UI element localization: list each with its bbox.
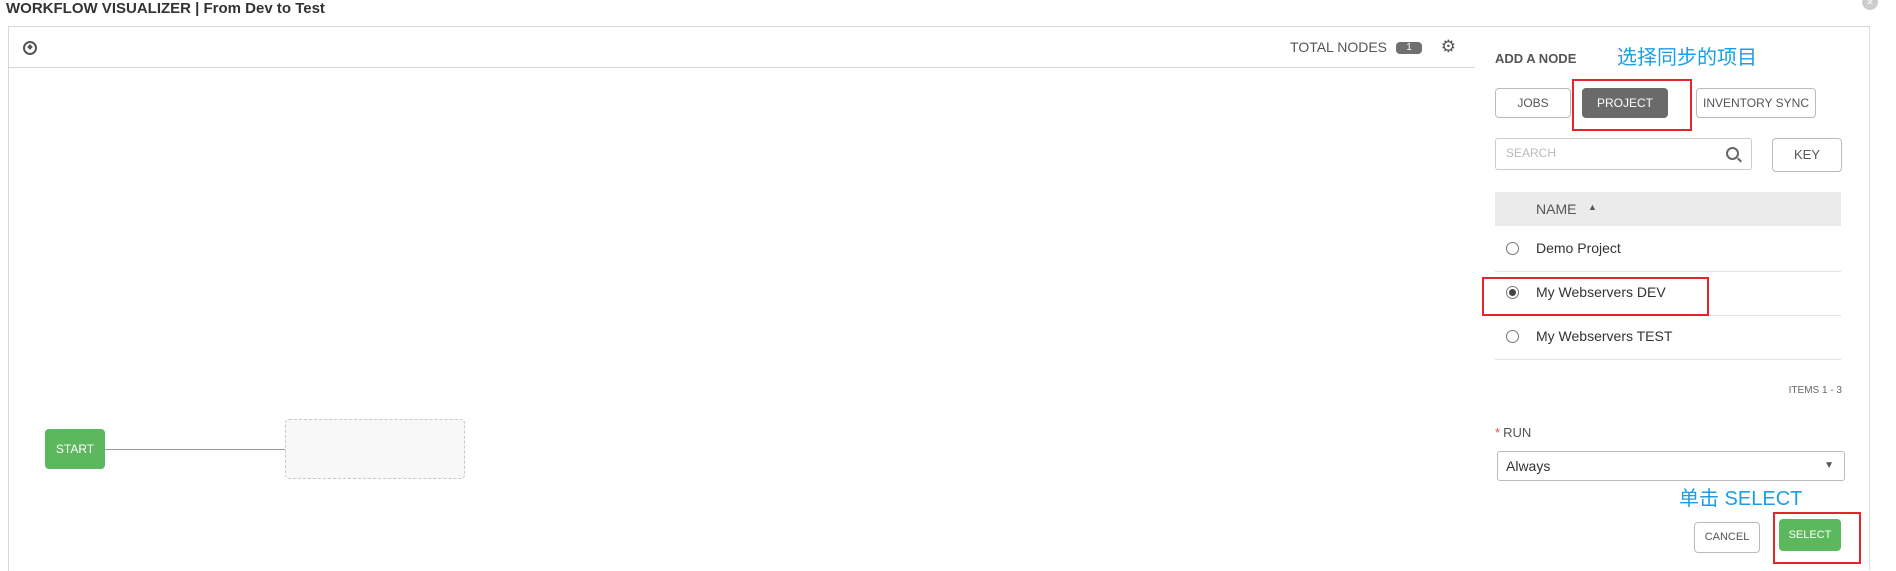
key-button[interactable]: KEY bbox=[1772, 138, 1842, 172]
chevron-down-icon: ▼ bbox=[1824, 460, 1834, 471]
list-item-label: Demo Project bbox=[1536, 240, 1621, 256]
add-node-title: ADD A NODE bbox=[1495, 51, 1577, 66]
scrollbar[interactable] bbox=[1869, 26, 1896, 570]
search-input[interactable] bbox=[1496, 139, 1716, 167]
run-label: * RUN bbox=[1495, 425, 1531, 440]
list-item[interactable]: Demo Project bbox=[1495, 228, 1841, 272]
start-node[interactable]: START bbox=[45, 429, 105, 469]
add-node-panel: ADD A NODE 选择同步的项目 JOBS PROJECT SYNC INV… bbox=[1475, 26, 1869, 571]
workflow-canvas: TOTAL NODES 1 ⚙ START bbox=[8, 26, 1476, 571]
name-column-header[interactable]: NAME bbox=[1536, 201, 1576, 217]
search-icon bbox=[1726, 147, 1739, 160]
list-item[interactable]: My Webservers TEST bbox=[1495, 316, 1841, 360]
annotation-project-sync: 选择同步的项目 bbox=[1617, 47, 1757, 69]
run-select-value: Always bbox=[1506, 458, 1551, 474]
search-box bbox=[1495, 138, 1717, 170]
highlight-selected-row bbox=[1482, 277, 1709, 316]
required-marker: * bbox=[1495, 425, 1501, 440]
search-button[interactable] bbox=[1715, 138, 1752, 170]
list-header: NAME ▲ bbox=[1495, 192, 1841, 226]
cancel-button[interactable]: CANCEL bbox=[1694, 522, 1760, 553]
list-item-label: My Webservers TEST bbox=[1536, 328, 1673, 344]
gear-icon[interactable]: ⚙ bbox=[1441, 37, 1456, 57]
radio-button[interactable] bbox=[1506, 242, 1519, 255]
total-nodes-badge: 1 bbox=[1396, 42, 1422, 54]
highlight-project-sync bbox=[1572, 79, 1692, 131]
node-link-line bbox=[105, 449, 293, 450]
annotation-select: 单击 SELECT bbox=[1679, 488, 1803, 510]
total-nodes-label: TOTAL NODES bbox=[1290, 39, 1387, 55]
tab-inventory-sync[interactable]: INVENTORY SYNC bbox=[1696, 88, 1816, 118]
compass-icon[interactable] bbox=[23, 41, 37, 55]
items-count: ITEMS 1 - 3 bbox=[1788, 385, 1842, 396]
tab-jobs[interactable]: JOBS bbox=[1495, 88, 1571, 118]
sort-ascending-icon[interactable]: ▲ bbox=[1588, 202, 1597, 212]
page-title: WORKFLOW VISUALIZER | From Dev to Test bbox=[6, 0, 325, 17]
placeholder-node[interactable] bbox=[285, 419, 465, 479]
canvas-toolbar: TOTAL NODES 1 ⚙ bbox=[9, 27, 1475, 68]
radio-button[interactable] bbox=[1506, 330, 1519, 343]
run-select[interactable]: Always ▼ bbox=[1497, 451, 1845, 481]
close-icon[interactable]: × bbox=[1862, 0, 1878, 10]
run-label-text: RUN bbox=[1503, 425, 1532, 440]
highlight-select-button bbox=[1773, 512, 1861, 564]
